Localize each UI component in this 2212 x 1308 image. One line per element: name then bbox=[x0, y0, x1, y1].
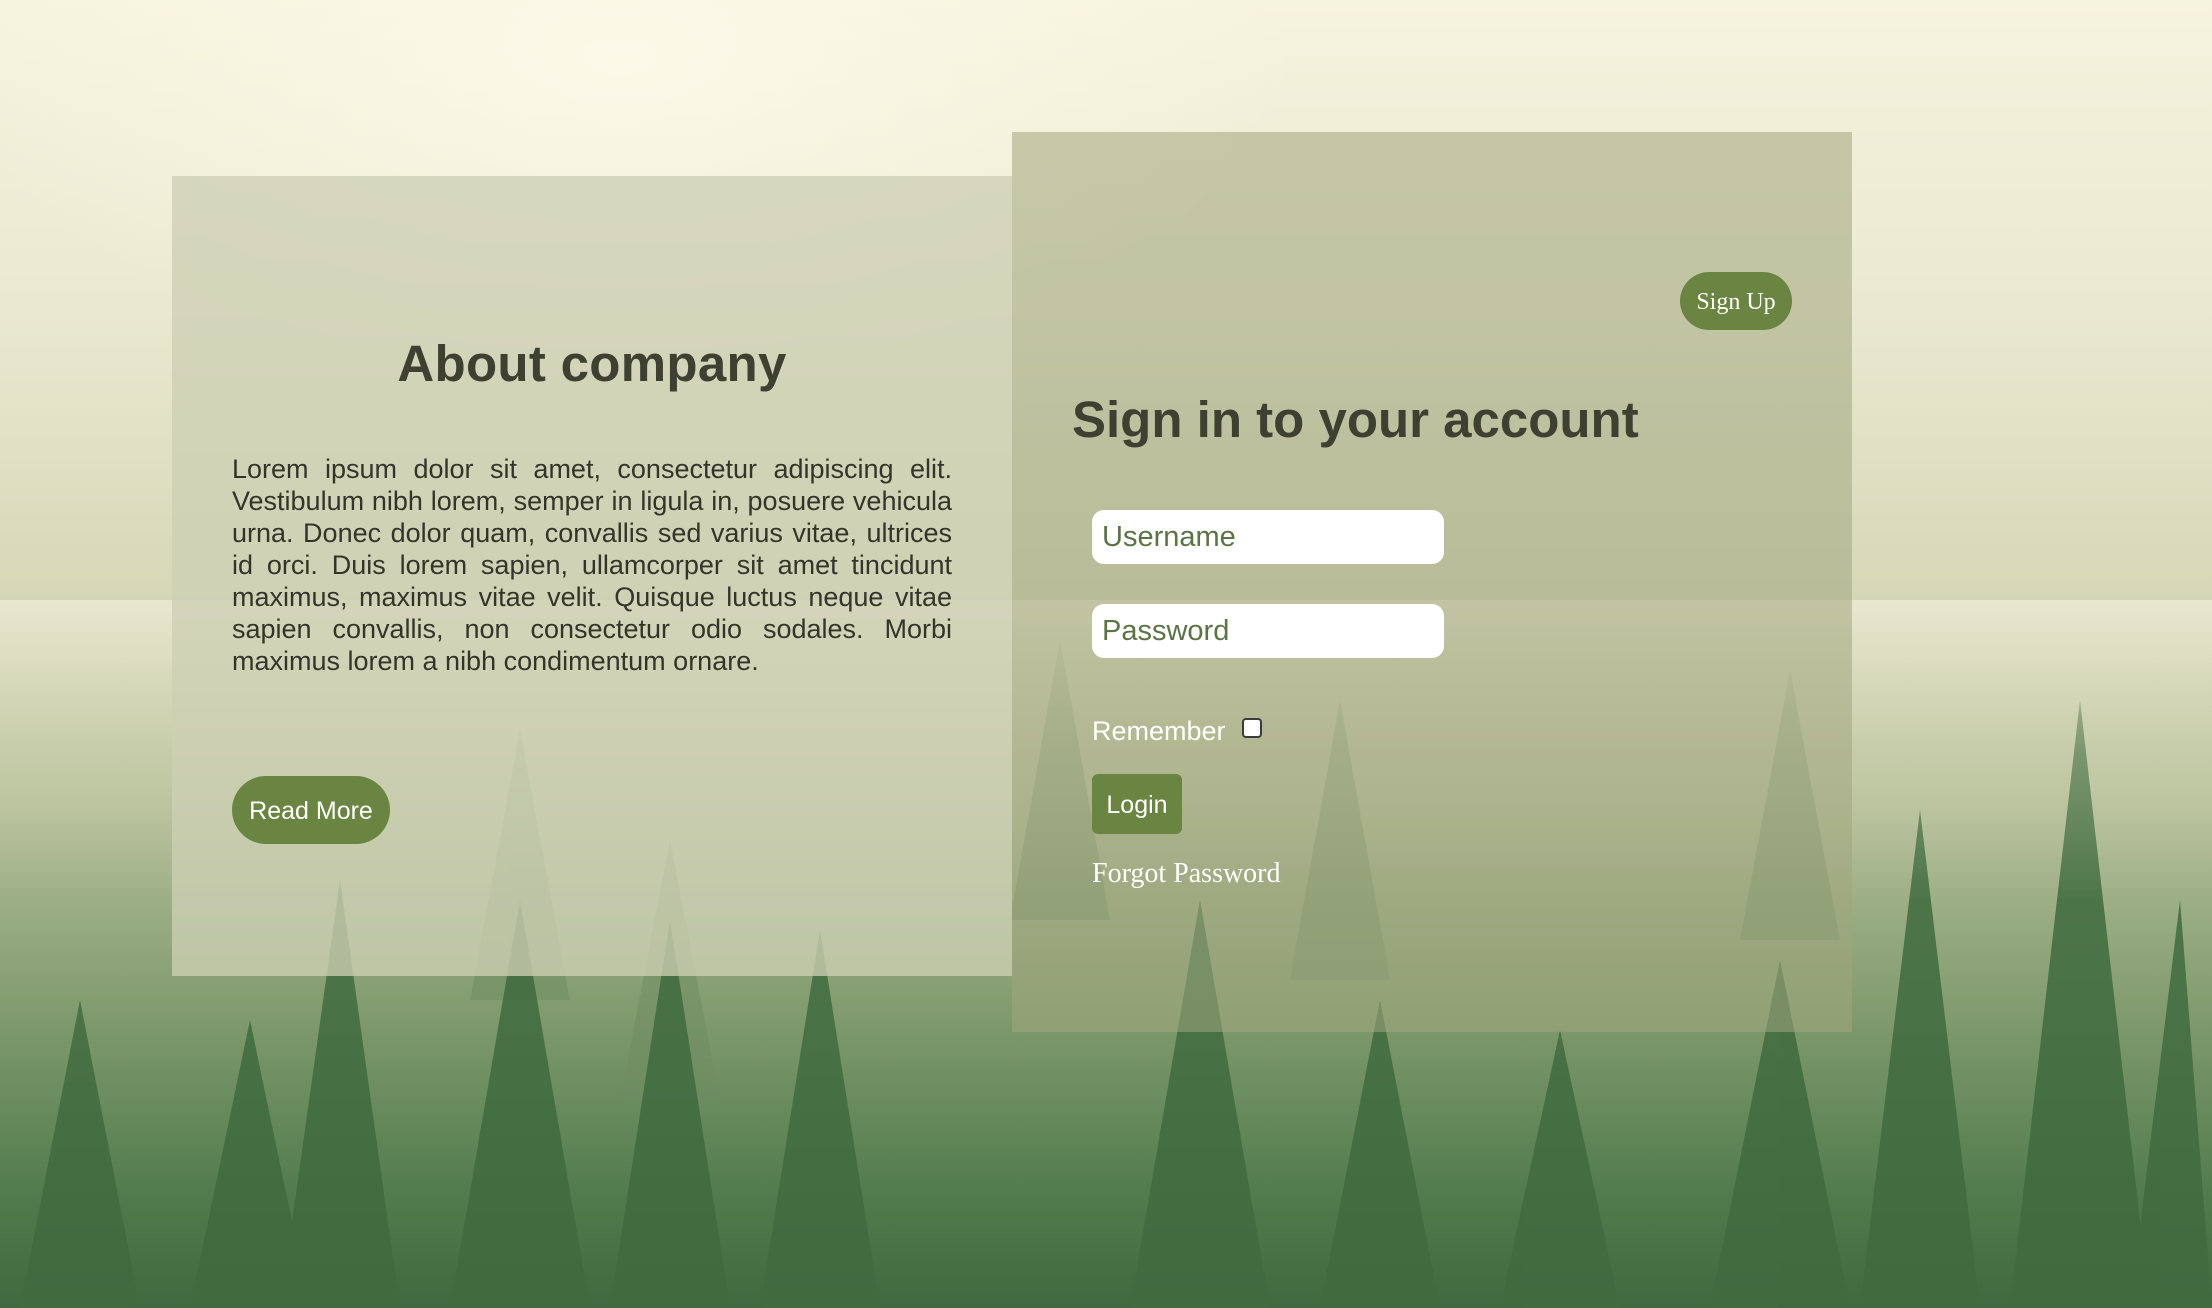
remember-row: Remember bbox=[1092, 716, 1262, 747]
username-input[interactable] bbox=[1092, 510, 1444, 564]
read-more-button[interactable]: Read More bbox=[232, 776, 390, 844]
login-button[interactable]: Login bbox=[1092, 774, 1182, 834]
about-body-text: Lorem ipsum dolor sit amet, consectetur … bbox=[232, 454, 952, 676]
password-input[interactable] bbox=[1092, 604, 1444, 658]
about-title: About company bbox=[397, 335, 787, 392]
about-company-panel: About company Lorem ipsum dolor sit amet… bbox=[172, 176, 1012, 976]
signin-panel: Sign Up Sign in to your account Remember… bbox=[1012, 132, 1852, 1032]
signin-title: Sign in to your account bbox=[1072, 391, 1639, 448]
remember-label: Remember bbox=[1092, 716, 1226, 746]
remember-checkbox[interactable] bbox=[1241, 717, 1262, 738]
forgot-password-link[interactable]: Forgot Password bbox=[1092, 858, 1281, 890]
sign-up-button[interactable]: Sign Up bbox=[1680, 272, 1792, 330]
